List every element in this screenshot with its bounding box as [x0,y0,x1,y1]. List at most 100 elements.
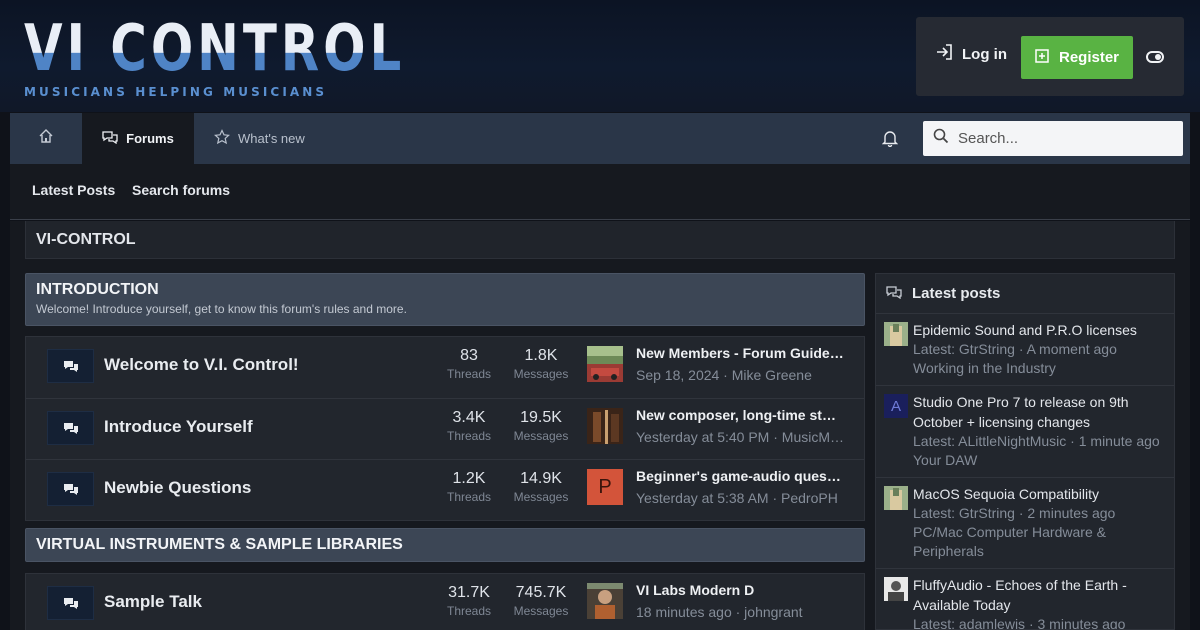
logo-title: VI CONTROL [24,12,406,86]
post-latest[interactable]: Latest: adamlewis · 3 minutes ago [913,615,1164,629]
latest-posts-link[interactable]: Latest Posts [32,182,115,198]
post-forum[interactable]: Your DAW [913,451,1164,470]
latest-post-title[interactable]: VI Labs Modern D [636,582,844,598]
threads-label: Threads [446,490,492,504]
threads-count: 1.2K [452,470,486,487]
threads-stat: 1.2K Threads [444,470,494,504]
category-title: VIRTUAL INSTRUMENTS & SAMPLE LIBRARIES [36,536,403,553]
post-latest[interactable]: Latest: GtrString · 2 minutes ago [913,504,1164,523]
messages-stat: 14.9K Messages [511,470,571,504]
latest-post-meta[interactable]: Yesterday at 5:38 AM · PedroPH [636,490,846,506]
forum-row[interactable]: Sample Talk 31.7K Threads 745.7K Message… [26,574,864,630]
site-logo[interactable]: VI CONTROL MUSICIANS HELPING MUSICIANS [24,14,513,99]
list-item[interactable]: A Studio One Pro 7 to release on 9th Oct… [876,386,1174,478]
logo-tagline: MUSICIANS HELPING MUSICIANS [24,85,328,99]
avatar[interactable] [587,583,623,619]
latest-post-title[interactable]: New Members - Forum Guidelines [636,345,844,361]
tab-forums-label: Forums [126,131,174,146]
widget-header: Latest posts [876,274,1174,314]
avatar[interactable]: P [587,469,623,505]
post-latest[interactable]: Latest: ALittleNightMusic · 1 minute ago [913,432,1164,451]
bell-icon[interactable] [881,129,899,152]
post-title[interactable]: FluffyAudio - Echoes of the Earth - Avai… [913,575,1164,615]
messages-count: 745.7K [515,584,567,601]
category-title: INTRODUCTION [36,281,159,298]
forum-list: Sample Talk 31.7K Threads 745.7K Message… [25,573,865,630]
forum-list: Welcome to V.I. Control! 83 Threads 1.8K… [25,336,865,521]
nav-home[interactable] [10,113,82,164]
post-title[interactable]: Studio One Pro 7 to release on 9th Octob… [913,392,1164,432]
threads-count: 31.7K [448,584,490,601]
messages-count: 1.8K [524,347,558,364]
category-description: Welcome! Introduce yourself, get to know… [36,302,407,316]
threads-stat: 31.7K Threads [438,584,500,618]
main-navbar: Forums What's new [10,113,1190,164]
home-icon [38,128,54,149]
list-item[interactable]: MacOS Sequoia Compatibility Latest: GtrS… [876,478,1174,569]
category-header[interactable]: INTRODUCTION Welcome! Introduce yourself… [25,273,865,326]
threads-label: Threads [446,604,492,618]
sub-navbar: Latest Posts Search forums [10,164,1190,220]
latest-post-meta[interactable]: Yesterday at 5:40 PM · MusicMind [636,429,846,445]
star-icon [214,129,230,148]
latest-post-meta[interactable]: Sep 18, 2024 · Mike Greene [636,367,846,383]
forum-comments-icon [47,349,94,383]
threads-stat: 83 Threads [444,347,494,381]
messages-stat: 1.8K Messages [511,347,571,381]
search-box[interactable] [923,121,1183,156]
avatar[interactable] [884,577,908,601]
search-input[interactable] [958,130,1158,147]
list-item[interactable]: Epidemic Sound and P.R.O licenses Latest… [876,314,1174,386]
avatar[interactable] [884,322,908,346]
login-icon [936,44,954,64]
messages-label: Messages [513,604,569,618]
avatar[interactable] [884,486,908,510]
register-button[interactable]: Register [1021,36,1133,79]
forum-row[interactable]: Introduce Yourself 3.4K Threads 19.5K Me… [26,398,864,459]
search-icon [933,128,949,149]
category-header[interactable]: VIRTUAL INSTRUMENTS & SAMPLE LIBRARIES [25,528,865,562]
forum-title[interactable]: Newbie Questions [104,478,251,498]
latest-post-meta[interactable]: 18 minutes ago · johngrant [636,604,846,620]
post-forum[interactable]: Working in the Industry [913,359,1164,378]
messages-label: Messages [513,429,569,443]
forum-title[interactable]: Sample Talk [104,592,202,612]
search-forums-link[interactable]: Search forums [132,182,230,198]
forum-comments-icon [47,586,94,620]
post-title[interactable]: Epidemic Sound and P.R.O licenses [913,320,1164,340]
login-button[interactable]: Log in [936,44,1007,64]
theme-toggle-icon[interactable] [1146,51,1164,63]
threads-count: 3.4K [452,409,486,426]
messages-count: 14.9K [520,470,562,487]
plus-square-icon [1035,48,1049,67]
messages-label: Messages [513,490,569,504]
post-forum[interactable]: PC/Mac Computer Hardware & Peripherals [913,523,1164,561]
messages-count: 19.5K [520,409,562,426]
forum-row[interactable]: Welcome to V.I. Control! 83 Threads 1.8K… [26,337,864,398]
avatar[interactable] [587,346,623,382]
comments-icon [886,285,902,303]
latest-posts-widget: Latest posts Epidemic Sound and P.R.O li… [875,273,1175,630]
messages-label: Messages [513,367,569,381]
comments-icon [102,130,118,147]
forum-comments-icon [47,411,94,445]
latest-post-title[interactable]: New composer, long-time studio [636,407,844,423]
tab-forums[interactable]: Forums [82,113,194,164]
forum-row[interactable]: Newbie Questions 1.2K Threads 14.9K Mess… [26,459,864,520]
post-latest[interactable]: Latest: GtrString · A moment ago [913,340,1164,359]
breadcrumb[interactable]: VI-CONTROL [25,221,1175,259]
tab-whats-new[interactable]: What's new [214,113,305,164]
avatar[interactable] [587,408,623,444]
list-item[interactable]: FluffyAudio - Echoes of the Earth - Avai… [876,569,1174,629]
avatar[interactable]: A [884,394,908,418]
threads-label: Threads [446,367,492,381]
account-panel: Log in Register [916,17,1184,96]
forum-title[interactable]: Welcome to V.I. Control! [104,355,299,375]
widget-title: Latest posts [912,285,1001,302]
post-title[interactable]: MacOS Sequoia Compatibility [913,484,1164,504]
register-label: Register [1058,49,1120,66]
messages-stat: 19.5K Messages [511,409,571,443]
latest-post-title[interactable]: Beginner's game-audio questions [636,468,844,484]
threads-count: 83 [460,347,478,364]
forum-title[interactable]: Introduce Yourself [104,417,253,437]
